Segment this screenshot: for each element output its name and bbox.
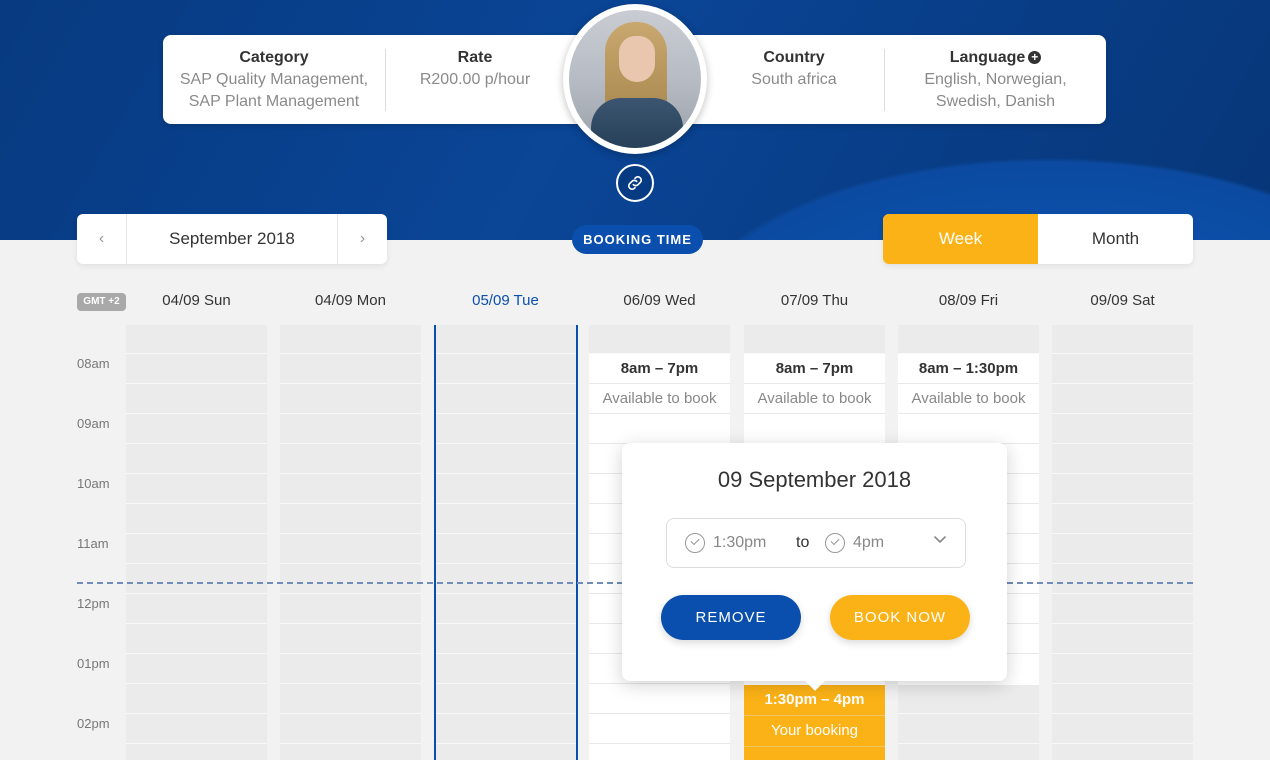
month-navigator: ‹ September 2018 › — [77, 214, 387, 264]
end-time[interactable]: 4pm — [853, 534, 884, 552]
current-month: September 2018 — [169, 229, 295, 248]
chevron-right-icon: › — [359, 230, 366, 247]
category-label: Category — [239, 49, 309, 66]
country-label: Country — [763, 49, 825, 66]
your-booking-block[interactable]: 1:30pm – 4pm Your booking — [744, 685, 885, 760]
share-link-button[interactable] — [616, 164, 654, 202]
hour-label: 08am — [77, 356, 110, 371]
plus-icon[interactable]: + — [1028, 51, 1042, 64]
hour-label: 09am — [77, 416, 110, 431]
day-column-sun[interactable] — [126, 325, 267, 760]
day-header-thu: 07/09 Thu — [780, 292, 849, 309]
profile-header: Category SAP Quality Management, SAP Pla… — [0, 0, 1270, 240]
language-info: Language + English, Norwegian, Swedish, D… — [885, 47, 1106, 113]
language-value-2: Swedish, Danish — [935, 93, 1056, 110]
prev-month-button[interactable]: ‹ — [77, 214, 127, 264]
rate-info: Rate R200.00 p/hour — [386, 47, 564, 91]
start-time[interactable]: 1:30pm — [713, 534, 766, 552]
availability-status: Available to book — [744, 384, 885, 414]
book-now-button[interactable]: BOOK NOW — [830, 595, 970, 640]
availability-status: Available to book — [898, 384, 1039, 414]
language-label-row: Language + — [885, 47, 1106, 69]
day-header-wed: 06/09 Wed — [623, 292, 696, 309]
clock-icon — [685, 533, 705, 553]
view-toggle: Week Month — [883, 214, 1193, 264]
hour-label: 02pm — [77, 716, 110, 731]
country-value: South africa — [751, 71, 837, 88]
rate-label: Rate — [457, 49, 493, 66]
to-label: to — [796, 534, 810, 551]
booking-popup: 09 September 2018 1:30pm to 4pm REMOVE B… — [622, 443, 1007, 681]
chevron-left-icon: ‹ — [98, 230, 105, 247]
language-label: Language — [949, 49, 1026, 66]
language-value-1: English, Norwegian, — [924, 71, 1067, 88]
month-view-button[interactable]: Month — [1038, 214, 1193, 264]
time-range-select[interactable]: 1:30pm to 4pm — [666, 518, 966, 568]
category-value-2: SAP Plant Management — [188, 93, 360, 110]
popup-date: 09 September 2018 — [717, 467, 912, 492]
hour-label: 11am — [77, 536, 109, 551]
clock-icon — [825, 533, 845, 553]
avatar — [563, 4, 707, 154]
day-header-sat: 09/09 Sat — [1090, 292, 1155, 309]
category-value-1: SAP Quality Management, — [179, 71, 369, 88]
next-month-button[interactable]: › — [337, 214, 387, 264]
profile-photo — [569, 10, 701, 148]
country-info: Country South africa — [713, 47, 875, 91]
today-column-highlight — [434, 325, 578, 760]
day-column-sat[interactable] — [1052, 325, 1193, 760]
availability-time: 8am – 7pm — [589, 354, 730, 384]
rate-value: R200.00 p/hour — [419, 71, 531, 88]
week-view-button[interactable]: Week — [883, 214, 1038, 264]
day-header-mon: 04/09 Mon — [315, 292, 386, 309]
link-icon — [628, 176, 642, 190]
booking-status: Your booking — [744, 716, 885, 747]
day-header-tue: 05/09 Tue — [472, 292, 539, 309]
category-info: Category SAP Quality Management, SAP Pla… — [163, 47, 385, 113]
day-column-mon[interactable] — [280, 325, 421, 760]
day-header-fri: 08/09 Fri — [938, 292, 999, 309]
availability-time: 8am – 7pm — [744, 354, 885, 384]
hour-label: 10am — [77, 476, 110, 491]
availability-time: 8am – 1:30pm — [898, 354, 1039, 384]
booking-time-badge: BOOKING TIME — [572, 225, 703, 254]
hour-label: 12pm — [77, 596, 110, 611]
remove-button[interactable]: REMOVE — [661, 595, 801, 640]
availability-status: Available to book — [589, 384, 730, 414]
hour-label: 01pm — [77, 656, 110, 671]
chevron-down-icon[interactable] — [933, 532, 947, 546]
timezone-badge: GMT +2 — [77, 293, 126, 311]
day-header-sun: 04/09 Sun — [162, 292, 231, 309]
